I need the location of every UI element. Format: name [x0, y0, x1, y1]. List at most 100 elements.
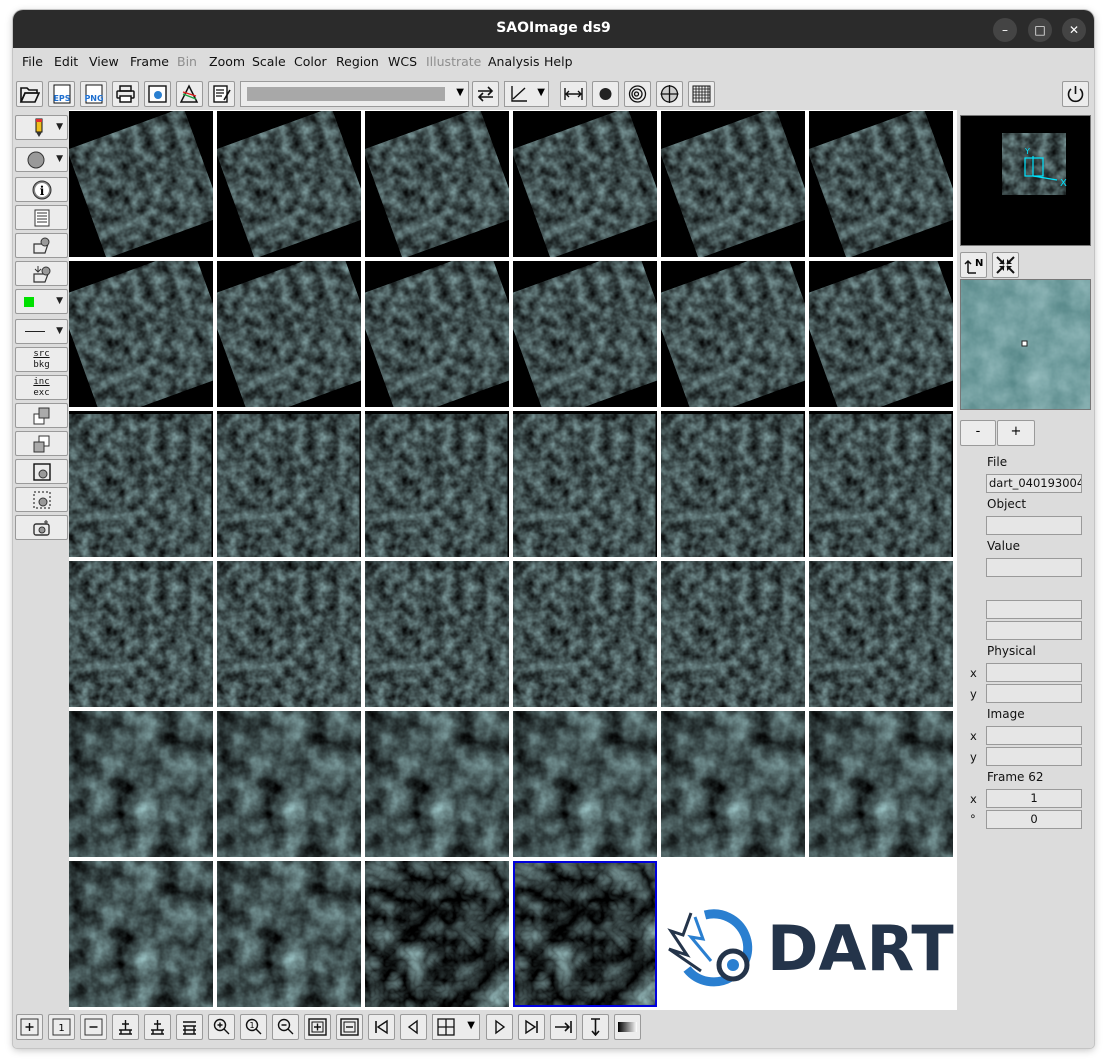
menu-region[interactable]: Region — [336, 54, 379, 69]
tile-mode-dropdown[interactable]: ▼ — [432, 1014, 480, 1040]
crosshair-button[interactable] — [656, 81, 683, 107]
backup-button[interactable] — [144, 81, 171, 107]
first-frame-button[interactable] — [368, 1014, 395, 1040]
frame-tile[interactable] — [809, 261, 953, 407]
menu-frame[interactable]: Frame — [130, 54, 169, 69]
frame-tile[interactable] — [513, 561, 657, 707]
frame-tile[interactable] — [365, 111, 509, 257]
frame-tile[interactable] — [661, 111, 805, 257]
select-none-button[interactable] — [15, 487, 68, 512]
region-list-button[interactable] — [15, 205, 68, 230]
close-button[interactable]: ✕ — [1062, 18, 1086, 42]
menu-zoom[interactable]: Zoom — [209, 54, 245, 69]
edit-mode-dropdown[interactable]: ▼ — [15, 115, 68, 140]
select-all-button[interactable] — [15, 459, 68, 484]
title-bar[interactable]: SAOImage ds9 – □ ✕ — [13, 10, 1094, 48]
next-frame-button[interactable] — [486, 1014, 513, 1040]
frame-tile[interactable] — [365, 861, 509, 1007]
frame-tile[interactable] — [513, 861, 657, 1007]
menu-color[interactable]: Color — [294, 54, 327, 69]
region-save-button[interactable] — [15, 261, 68, 286]
menu-edit[interactable]: Edit — [54, 54, 78, 69]
rotate-north-button[interactable]: N — [960, 252, 987, 278]
move-front-button[interactable] — [15, 403, 68, 428]
frame-tile[interactable] — [513, 711, 657, 857]
lock-frame-button[interactable] — [112, 1014, 139, 1040]
fit-height-button[interactable] — [582, 1014, 609, 1040]
save-eps-button[interactable]: EPS — [48, 81, 75, 107]
grid-button[interactable] — [688, 81, 715, 107]
frame-tile[interactable] — [365, 261, 509, 407]
menu-scale[interactable]: Scale — [252, 54, 286, 69]
new-frame-button[interactable] — [16, 1014, 43, 1040]
frame-tile[interactable] — [365, 711, 509, 857]
exit-button[interactable] — [1062, 81, 1089, 107]
lock-scale-button[interactable] — [176, 1014, 203, 1040]
graph-dropdown[interactable]: ▼ — [504, 81, 549, 107]
frame-tile[interactable] — [809, 411, 953, 557]
frame-selector-dropdown[interactable]: ▼ — [240, 81, 469, 107]
menu-help[interactable]: Help — [544, 54, 573, 69]
frame-tile[interactable] — [365, 411, 509, 557]
open-button[interactable] — [16, 81, 43, 107]
frame-tile[interactable] — [661, 411, 805, 557]
maximize-button[interactable]: □ — [1028, 18, 1052, 42]
zoom-1-button[interactable]: 1 — [240, 1014, 267, 1040]
zoom-fit-button[interactable] — [992, 252, 1019, 278]
inc-exc-toggle[interactable]: inc exc — [15, 375, 68, 400]
zoom-none-button[interactable] — [336, 1014, 363, 1040]
frame-tile[interactable] — [69, 561, 213, 707]
frame-tile[interactable] — [809, 111, 953, 257]
frame-tile[interactable] — [365, 561, 509, 707]
previous-frame-button[interactable] — [400, 1014, 427, 1040]
zoom-out-button[interactable]: - — [960, 420, 996, 446]
header-button[interactable] — [208, 81, 235, 107]
colorbar-button[interactable] — [614, 1014, 641, 1040]
frame-tile[interactable] — [661, 711, 805, 857]
color-tools-button[interactable] — [176, 81, 203, 107]
frame-tile[interactable] — [69, 111, 213, 257]
frame-tile[interactable] — [69, 711, 213, 857]
delete-frame-button[interactable] — [80, 1014, 107, 1040]
menu-file[interactable]: File — [22, 54, 43, 69]
frame-tile[interactable] — [809, 561, 953, 707]
frame-tile[interactable] — [661, 561, 805, 707]
src-bkg-toggle[interactable]: src bkg — [15, 347, 68, 372]
frame-tile[interactable] — [217, 261, 361, 407]
frame-tile[interactable] — [217, 711, 361, 857]
frame-tile[interactable] — [69, 411, 213, 557]
menu-analysis[interactable]: Analysis — [488, 54, 540, 69]
zoom-in-frame-button[interactable] — [208, 1014, 235, 1040]
frame-tile[interactable] — [217, 411, 361, 557]
delete-region-button[interactable] — [15, 515, 68, 540]
region-load-button[interactable] — [15, 233, 68, 258]
panner-view[interactable]: X Y — [960, 115, 1091, 246]
frame-tile[interactable] — [69, 261, 213, 407]
frame-tile[interactable] — [809, 711, 953, 857]
print-button[interactable] — [112, 81, 139, 107]
menu-wcs[interactable]: WCS — [388, 54, 417, 69]
lock-crosshair-button[interactable] — [144, 1014, 171, 1040]
swap-button[interactable] — [472, 81, 499, 107]
frame-tile[interactable] — [217, 111, 361, 257]
frame-tile[interactable] — [661, 261, 805, 407]
fit-width-button[interactable] — [550, 1014, 577, 1040]
minimize-button[interactable]: – — [993, 18, 1017, 42]
region-color-dropdown[interactable]: ▼ — [15, 289, 68, 314]
contour-button[interactable] — [624, 81, 651, 107]
frame-tile[interactable] — [513, 111, 657, 257]
single-frame-button[interactable]: 1 — [48, 1014, 75, 1040]
region-info-button[interactable]: i — [15, 177, 68, 202]
measure-button[interactable] — [560, 81, 587, 107]
region-shape-dropdown[interactable]: ▼ — [15, 147, 68, 172]
frame-tile[interactable] — [513, 411, 657, 557]
frame-tile[interactable] — [217, 561, 361, 707]
frame-tile[interactable] — [513, 261, 657, 407]
region-width-dropdown[interactable]: ▼ — [15, 319, 68, 344]
menu-view[interactable]: View — [89, 54, 119, 69]
move-back-button[interactable] — [15, 431, 68, 456]
zoom-in-button[interactable]: + — [997, 420, 1035, 446]
zoom-out-frame-button[interactable] — [272, 1014, 299, 1040]
last-frame-button[interactable] — [518, 1014, 545, 1040]
frame-tile[interactable] — [69, 861, 213, 1007]
